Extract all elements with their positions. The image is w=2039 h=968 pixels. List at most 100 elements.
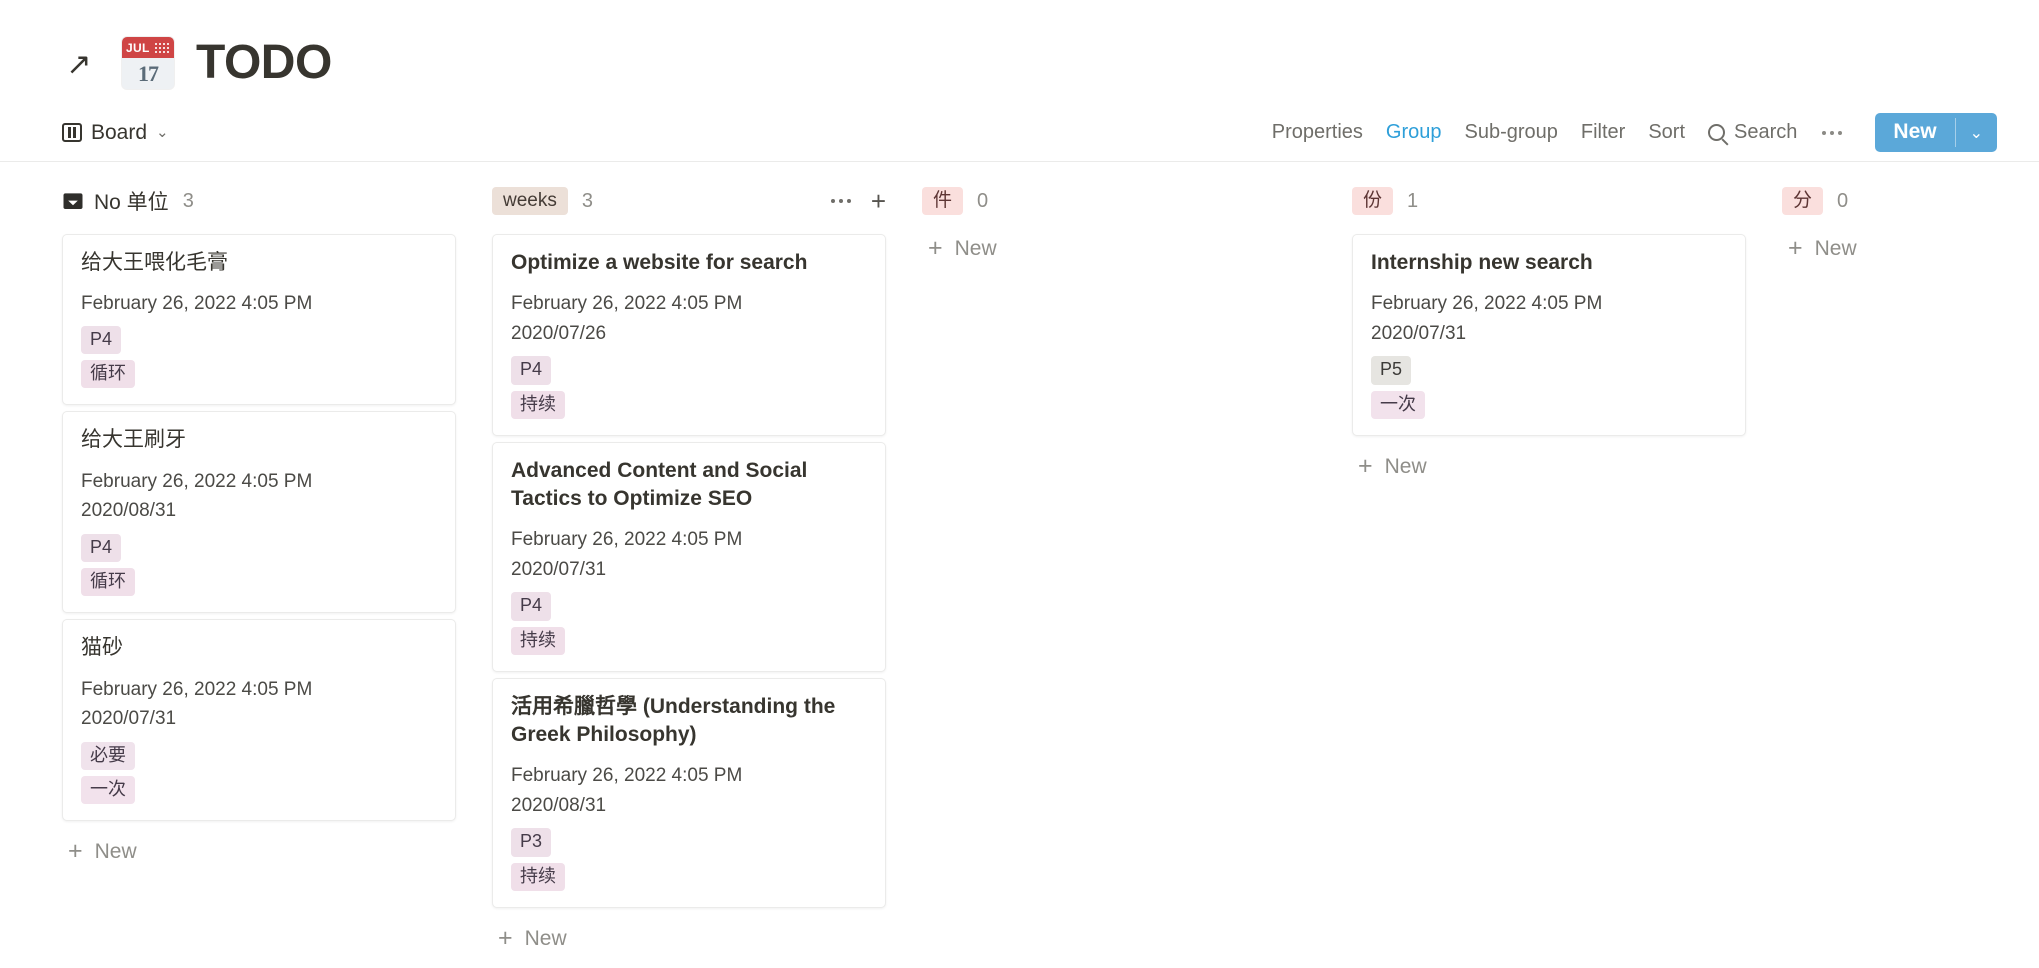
view-switcher-board[interactable]: Board ⌄ [62,121,169,145]
page-header: ↗ JUL 17 TODO [0,0,2039,104]
column-count: 0 [977,189,989,212]
add-new-card-no-unit[interactable]: + New [62,827,492,864]
board-column-fen-minute: 分 0 + New [1782,184,2039,261]
calendar-emoji: JUL 17 [122,37,174,89]
plus-icon: + [498,924,513,953]
add-new-card-label: New [1384,454,1427,478]
toolbar-group[interactable]: Group [1386,121,1442,144]
board-column-weeks: weeks 3 + Optimize a website for search Febr… [492,184,922,951]
column-add-card-plus-icon[interactable]: + [871,188,886,214]
card-tag-row: 持续 [511,857,867,892]
card-tag: 循环 [81,360,135,389]
column-header-fen-minute[interactable]: 分0 [1782,184,2039,218]
card-tag-row: 必要 [81,736,437,771]
column-header-no-unit[interactable]: No 单位 3 [62,184,492,218]
card-date-created: February 26, 2022 4:05 PM [81,678,313,700]
page-title[interactable]: TODO [196,39,332,87]
column-title-label: No 单位 [94,191,169,214]
column-header-fen-copy[interactable]: 份1 [1352,184,1782,218]
card-tag-row: P4 [511,586,867,621]
card-tag: 循环 [81,568,135,597]
plus-icon: + [928,234,943,262]
card-date-due: 2020/07/31 [511,558,607,580]
add-new-card-label: New [1814,236,1857,260]
board-columns: No 单位 3 给大王喂化毛膏 February 26, 2022 4:05 PM P4… [0,162,2039,951]
calendar-emoji-day: 17 [138,60,159,86]
board-card[interactable]: Internship new search February 26, 2022 4… [1352,234,1746,436]
card-tag-row: P3 [511,822,867,857]
add-new-card-fen-minute[interactable]: + New [1782,234,2039,261]
card-title: Advanced Content and Social Tactics to O… [511,459,808,511]
toolbar-properties[interactable]: Properties [1272,121,1363,144]
card-tag-row: 一次 [1371,385,1727,419]
column-more-horizontal-icon[interactable] [829,199,853,203]
column-count: 3 [581,189,593,212]
new-button-label: New [1893,120,1937,143]
board-column-jian: 件 0 + New [922,184,1352,261]
card-date-created: February 26, 2022 4:05 PM [511,529,743,551]
more-horizontal-icon[interactable] [1820,130,1844,135]
board-card[interactable]: Optimize a website for search February 26… [492,234,886,436]
card-date-due: 2020/07/31 [81,708,177,730]
card-tag-row: 循环 [81,562,437,597]
card-tag-row: 循环 [81,354,437,389]
card-date-due: 2020/07/31 [1371,322,1467,344]
toolbar-actions: Properties Group Sub-group Filter Sort S… [1272,113,1997,152]
card-tag-row: P4 [81,320,437,355]
add-new-card-fen-copy[interactable]: + New [1352,442,1782,479]
new-button[interactable]: New ⌄ [1875,113,1997,152]
card-date-created: February 26, 2022 4:05 PM [1371,293,1603,315]
add-new-card-label: New [94,839,137,863]
column-title-chip: weeks [492,186,568,216]
arrow-up-right-icon[interactable]: ↗ [62,48,96,82]
board-column-fen-copy: 份 1 Internship new search February 26, 2022… [1352,184,1782,479]
card-title: Optimize a website for search [511,251,808,274]
card-date-created: February 26, 2022 4:05 PM [81,470,313,492]
card-title: 给大王刷牙 [81,428,186,452]
card-tag: 持续 [511,626,565,656]
card-tag-row: 持续 [511,385,867,419]
new-button-chevron-down-icon[interactable]: ⌄ [1956,113,1997,152]
column-count: 1 [1407,189,1419,212]
card-tag: P5 [1371,356,1412,385]
board-card[interactable]: Advanced Content and Social Tactics to O… [492,442,886,673]
column-title-chip: 份 [1352,186,1394,216]
column-header-actions: + [829,188,886,214]
card-date-due: 2020/08/31 [81,500,177,522]
add-new-card-jian[interactable]: + New [922,234,1352,261]
add-new-card-label: New [954,236,997,260]
column-header-weeks[interactable]: weeks 3 + [492,184,922,218]
add-new-card-weeks[interactable]: + New [492,914,922,951]
column-count: 0 [1837,189,1849,212]
card-tag-row: P5 [1371,350,1727,385]
toolbar-search[interactable]: Search [1708,121,1797,144]
inbox-icon [62,192,84,211]
card-tag-row: 持续 [511,621,867,656]
card-date-created: February 26, 2022 4:05 PM [81,293,313,315]
toolbar-filter[interactable]: Filter [1581,121,1625,144]
chevron-down-icon: ⌄ [156,124,169,141]
toolbar-search-label: Search [1734,121,1798,143]
card-title: Internship new search [1371,251,1593,274]
card-tag: P4 [511,592,552,621]
board-card[interactable]: 猫砂 February 26, 2022 4:05 PM 2020/07/31 必要一… [62,619,456,822]
card-tag: 持续 [511,390,565,419]
card-tag: P4 [81,533,122,563]
plus-icon: + [1358,452,1373,480]
add-new-card-label: New [524,926,567,950]
board-card[interactable]: 给大王喂化毛膏 February 26, 2022 4:05 PM P4 循环 [62,234,456,406]
card-tag-row: 一次 [81,770,437,805]
column-header-jian[interactable]: 件0 [922,184,1352,218]
view-switcher-label: Board [91,120,148,144]
toolbar-sort[interactable]: Sort [1648,121,1685,144]
card-tag-row: P4 [81,528,437,563]
board-toolbar: Board ⌄ Properties Group Sub-group Filte… [0,104,2039,162]
search-icon [1708,124,1726,141]
card-title: 活用希臘哲學 (Understanding the Greek Philosop… [511,695,836,747]
board-card[interactable]: 活用希臘哲學 (Understanding the Greek Philosop… [492,678,886,909]
board-card[interactable]: 给大王刷牙 February 26, 2022 4:05 PM 2020/08/31… [62,411,456,614]
card-tag: 必要 [81,741,135,771]
column-title-chip: 分 [1782,186,1824,216]
plus-icon: + [68,837,83,866]
toolbar-sub-group[interactable]: Sub-group [1464,121,1557,144]
